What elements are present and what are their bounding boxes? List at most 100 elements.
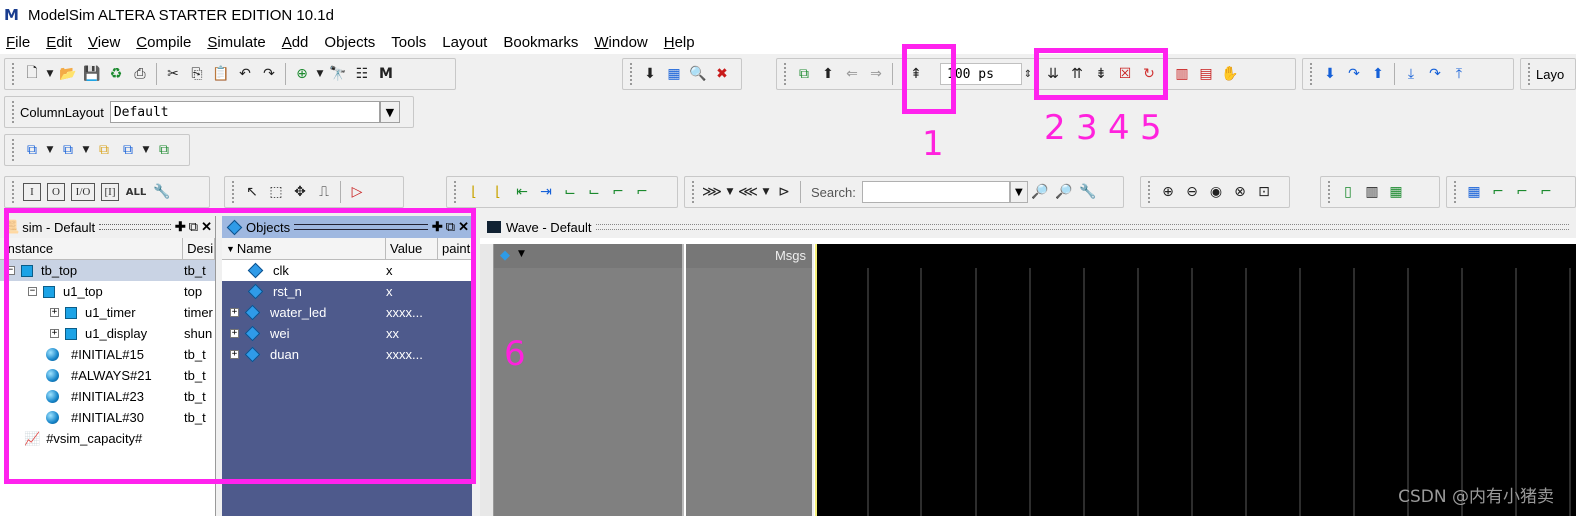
chevron-down-icon[interactable]: ▼	[1009, 181, 1028, 203]
menu-tools[interactable]: Tools	[391, 34, 426, 51]
step-into-current-icon[interactable]: ⤓	[1400, 63, 1422, 85]
structure-icon[interactable]: ☷	[351, 63, 373, 85]
menu-edit[interactable]: Edit	[46, 34, 72, 51]
toolbar-grip[interactable]	[454, 181, 458, 203]
dropdown-arrow-icon[interactable]: ▼	[725, 181, 735, 203]
paste-icon[interactable]: 📋	[210, 63, 232, 85]
copy-icon[interactable]: ⎘	[186, 63, 208, 85]
dataset-save-icon[interactable]: ⧉	[117, 139, 139, 161]
dropdown-arrow-icon[interactable]: ▼	[315, 63, 325, 85]
modelsim-m-icon[interactable]: M	[375, 63, 397, 85]
breakpoint-icon[interactable]: ▷	[346, 181, 368, 203]
simulate-icon[interactable]: 🔍	[687, 63, 709, 85]
wave-style-icon[interactable]: ▦	[1463, 181, 1485, 203]
reload-icon[interactable]: ♻	[105, 63, 127, 85]
toolbar-grip[interactable]	[1310, 63, 1314, 85]
redo-icon[interactable]: ↷	[258, 63, 280, 85]
wave-fall-icon[interactable]: ⌐	[1535, 181, 1557, 203]
compile-all-icon[interactable]: ▦	[663, 63, 685, 85]
prev-rising-icon[interactable]: ⌐	[607, 181, 629, 203]
menu-view[interactable]: View	[88, 34, 120, 51]
toolbar-grip[interactable]	[784, 63, 788, 85]
compile-icon[interactable]: ⬇	[639, 63, 661, 85]
undo-icon[interactable]: ↶	[234, 63, 256, 85]
menu-add[interactable]: Add	[282, 34, 309, 51]
filter-input-button[interactable]: I	[23, 183, 41, 201]
zoom-range-icon[interactable]: ⊡	[1253, 181, 1275, 203]
wave-value-list[interactable]	[686, 268, 814, 516]
print-icon[interactable]: ⎙	[129, 63, 151, 85]
delete-cursor-icon[interactable]: ⌊	[487, 181, 509, 203]
menu-compile[interactable]: Compile	[136, 34, 191, 51]
wave-step-icon[interactable]: ⌐	[1487, 181, 1509, 203]
toolbar-grip[interactable]	[1454, 181, 1458, 203]
next-rising-icon[interactable]: ⌐	[631, 181, 653, 203]
search-input[interactable]	[861, 181, 1010, 203]
dropdown-arrow-icon[interactable]: ▼	[45, 63, 55, 85]
step-over-icon[interactable]: ↷	[1343, 63, 1365, 85]
zoom-in-icon[interactable]: ⊕	[1157, 181, 1179, 203]
pan-mode-icon[interactable]: ✥	[289, 181, 311, 203]
edit-mode-icon[interactable]: ⎍	[313, 181, 335, 203]
break-icon[interactable]: ✖	[711, 63, 733, 85]
toolbar-grip[interactable]	[1528, 63, 1532, 85]
filter-all-button[interactable]: ALL	[125, 181, 147, 203]
performance-icon[interactable]: ▥	[1171, 63, 1193, 85]
menu-simulate[interactable]: Simulate	[207, 34, 265, 51]
dataset-folder-icon[interactable]: ⧉	[93, 139, 115, 161]
toolbar-grip[interactable]	[12, 101, 16, 123]
expand-icon[interactable]: ⋙	[701, 181, 723, 203]
dropdown-arrow-icon[interactable]: ▼	[81, 139, 91, 161]
wave-add-icon[interactable]: ◆	[500, 248, 510, 263]
zoom-mode-icon[interactable]: ⬚	[265, 181, 287, 203]
dataset-icon[interactable]: ⧉	[21, 139, 43, 161]
column-layout-select[interactable]: Default	[109, 101, 380, 123]
dataset-open-icon[interactable]: ⧉	[57, 139, 79, 161]
menu-window[interactable]: Window	[594, 34, 647, 51]
toolbar-grip[interactable]	[630, 63, 634, 85]
zoom-cursor-icon[interactable]: ⊗	[1229, 181, 1251, 203]
menu-file[interactable]: File	[6, 34, 30, 51]
step-out-icon[interactable]: ⬆	[1367, 63, 1389, 85]
toolbar-grip[interactable]	[12, 63, 16, 85]
menu-layout[interactable]: Layout	[442, 34, 487, 51]
next-falling-icon[interactable]: ⌙	[583, 181, 605, 203]
menu-objects[interactable]: Objects	[324, 34, 375, 51]
up-arrow-icon[interactable]: ⬆	[817, 63, 839, 85]
open-folder-icon[interactable]: 📂	[57, 63, 79, 85]
back-arrow-icon[interactable]: ⇐	[841, 63, 863, 85]
zoom-out-icon[interactable]: ⊖	[1181, 181, 1203, 203]
menu-help[interactable]: Help	[664, 34, 695, 51]
panel-drag-handle[interactable]	[595, 224, 1569, 230]
search-prev-icon[interactable]: 🔎	[1029, 181, 1051, 203]
toolbar-grip[interactable]	[1328, 181, 1332, 203]
search-next-icon[interactable]: 🔎	[1053, 181, 1075, 203]
forward-arrow-icon[interactable]: ⇒	[865, 63, 887, 85]
new-file-icon[interactable]: 🗋	[21, 63, 43, 85]
wave-literal-icon[interactable]: ▯	[1337, 181, 1359, 203]
next-edge-icon[interactable]: ⇥	[535, 181, 557, 203]
find-binoculars-icon[interactable]: 🔭	[327, 63, 349, 85]
add-circle-icon[interactable]: ⊕	[291, 63, 313, 85]
wave-logic-icon[interactable]: ▥	[1361, 181, 1383, 203]
menu-bookmarks[interactable]: Bookmarks	[503, 34, 578, 51]
prev-falling-icon[interactable]: ⌙	[559, 181, 581, 203]
dropdown-arrow-icon[interactable]: ▼	[141, 139, 151, 161]
save-icon[interactable]: 💾	[81, 63, 103, 85]
step-out-current-icon[interactable]: ⤒	[1448, 63, 1470, 85]
wave-rise-icon[interactable]: ⌐	[1511, 181, 1533, 203]
wave-signal-list[interactable]	[494, 268, 684, 516]
filter-output-button[interactable]: O	[47, 183, 65, 201]
filter-internal-button[interactable]: [I]	[101, 183, 119, 201]
time-cursor[interactable]	[815, 244, 817, 516]
toolbar-grip[interactable]	[1148, 181, 1152, 203]
filter-inout-button[interactable]: I/O	[71, 183, 95, 201]
collapse-icon[interactable]: ⋘	[737, 181, 759, 203]
hand-icon[interactable]: ✋	[1219, 63, 1241, 85]
restart-icon[interactable]: ⧉	[793, 63, 815, 85]
step-over-current-icon[interactable]: ↷	[1424, 63, 1446, 85]
cut-icon[interactable]: ✂	[162, 63, 184, 85]
toolbar-grip[interactable]	[232, 181, 236, 203]
toolbar-grip[interactable]	[692, 181, 696, 203]
dropdown-arrow-icon[interactable]: ▼	[45, 139, 55, 161]
